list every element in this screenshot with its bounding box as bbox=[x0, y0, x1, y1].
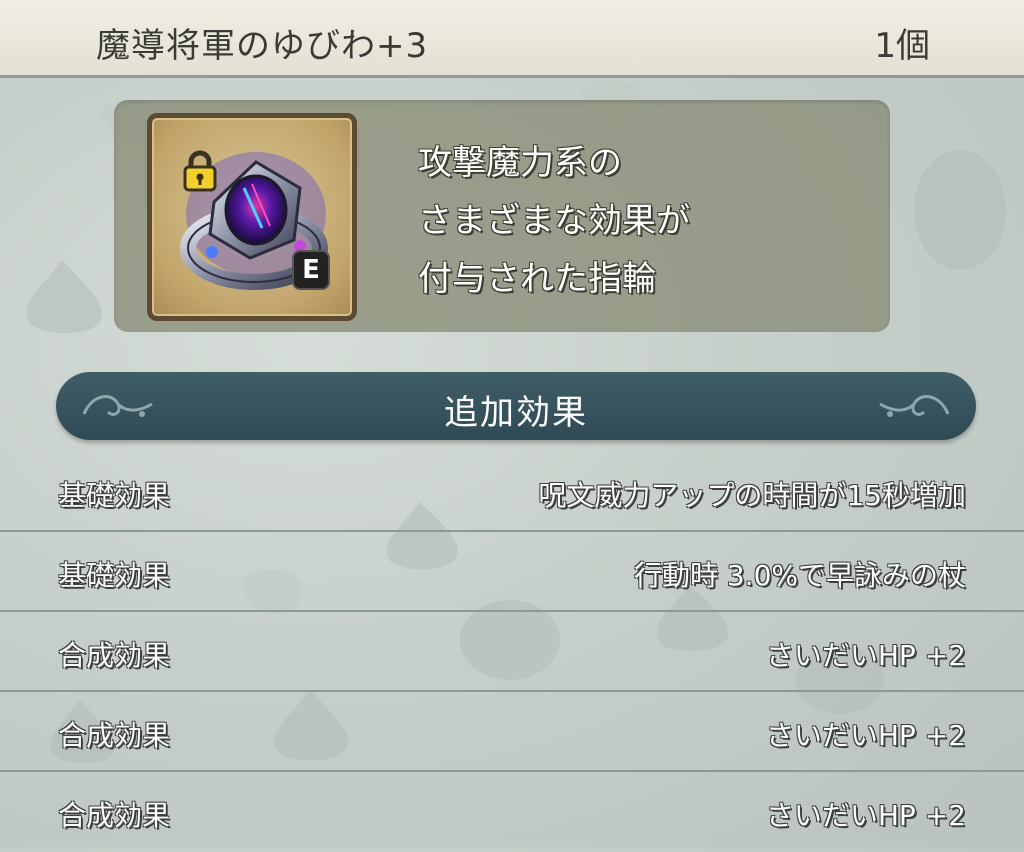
effect-value: さいだいHP +2 bbox=[765, 719, 966, 752]
equipped-badge: E bbox=[292, 250, 330, 290]
effect-row: 合成効果 さいだいHP +2 bbox=[0, 772, 1024, 852]
item-count: 1個 bbox=[874, 26, 930, 66]
item-description: 攻撃魔力系の さまざまな効果が 付与された指輪 bbox=[418, 134, 690, 308]
effect-row: 基礎効果 行動時 3.0%で早詠みの杖 bbox=[0, 532, 1024, 612]
section-title: 追加効果 bbox=[444, 393, 588, 433]
effect-label: 基礎効果 bbox=[58, 559, 171, 592]
item-name: 魔導将軍のゆびわ+3 bbox=[96, 26, 429, 66]
effects-list: 基礎効果 呪文威力アップの時間が15秒増加 基礎効果 行動時 3.0%で早詠みの… bbox=[0, 452, 1024, 852]
section-banner: 追加効果 bbox=[56, 372, 976, 440]
description-line: 付与された指輪 bbox=[418, 259, 656, 299]
effect-label: 合成効果 bbox=[58, 639, 171, 672]
effect-label: 合成効果 bbox=[58, 799, 171, 832]
effect-value: さいだいHP +2 bbox=[765, 799, 966, 832]
effect-row: 基礎効果 呪文威力アップの時間が15秒増加 bbox=[0, 452, 1024, 532]
flourish-right-icon bbox=[879, 395, 950, 417]
description-line: 攻撃魔力系の bbox=[418, 143, 622, 183]
effect-value: 行動時 3.0%で早詠みの杖 bbox=[633, 559, 966, 592]
effect-label: 基礎効果 bbox=[58, 479, 171, 512]
item-icon-frame[interactable]: E bbox=[147, 113, 357, 321]
effect-label: 合成効果 bbox=[58, 719, 171, 752]
effect-row: 合成効果 さいだいHP +2 bbox=[0, 612, 1024, 692]
description-line: さまざまな効果が bbox=[418, 201, 690, 241]
item-header: 魔導将軍のゆびわ+3 1個 bbox=[0, 0, 1024, 78]
lock-icon bbox=[183, 150, 217, 192]
effect-value: さいだいHP +2 bbox=[765, 639, 966, 672]
effect-row: 合成効果 さいだいHP +2 bbox=[0, 692, 1024, 772]
effect-value: 呪文威力アップの時間が15秒増加 bbox=[538, 479, 966, 512]
